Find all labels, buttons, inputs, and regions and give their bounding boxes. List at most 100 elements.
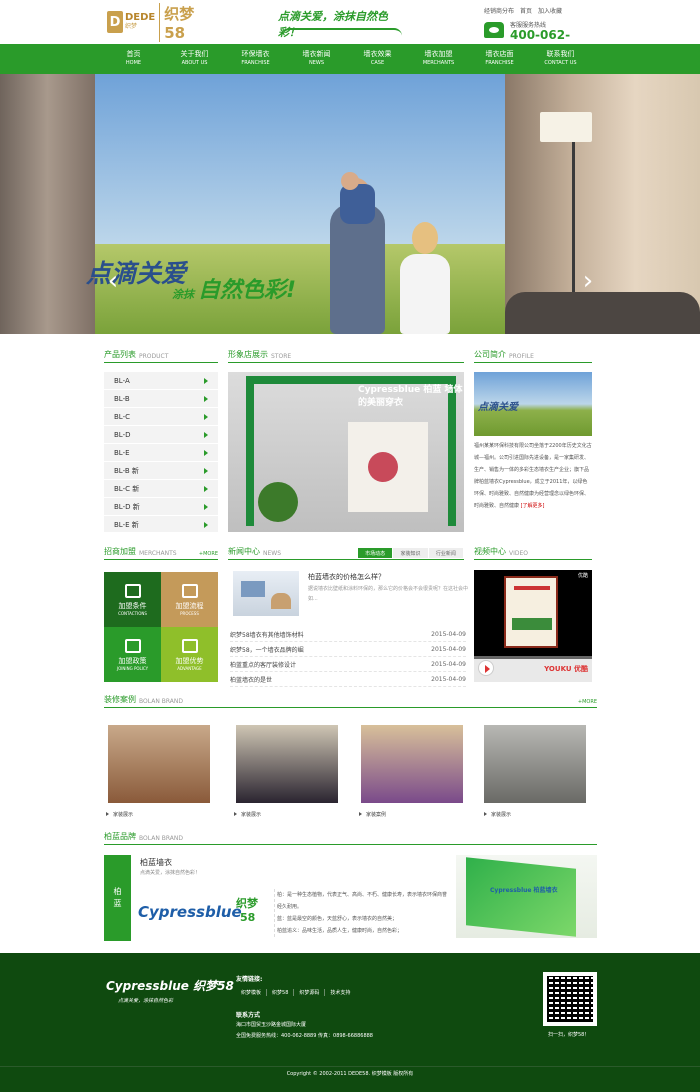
news-row[interactable]: 织梦58，一个墙衣品牌的崛 2015-04-09 (230, 642, 466, 657)
nav-item-about[interactable]: 关于我们 ABOUT US (164, 44, 225, 74)
case-label: 家装案例 (366, 811, 387, 818)
footer-address: 海口市国贸玉沙路金城国际大厦 (236, 1022, 307, 1028)
news-row[interactable]: 柏蓝墙衣的是世 2015-04-09 (230, 672, 466, 687)
case-caption[interactable]: 家装展示 (106, 809, 208, 819)
brand-description: 柏：是一种生态植物，代表正气、高尚、不朽、健康长寿，表示墙衣环保商誉经久耐用。 … (274, 889, 450, 937)
merchant-policy-box[interactable]: 加盟政策 JOINING POLICY (104, 627, 161, 682)
footer-link[interactable]: 织梦模板 (236, 989, 268, 996)
brand-side-tab: 柏 蓝 (104, 855, 131, 941)
profile-body: 福州某某环保科技有限公司坐落于2200年历史文化古城—福州。公司引进国际先进设备… (474, 443, 592, 509)
nav-item-stores[interactable]: 墙衣店面 FRANCHISE (469, 44, 530, 74)
site-logo[interactable]: D DEDE 织梦 织梦58 (107, 2, 215, 42)
logo-zh: 织梦58 (159, 2, 215, 42)
footer-link[interactable]: 织梦源码 (294, 989, 326, 996)
arrow-right-icon (204, 431, 208, 438)
building-icon (181, 638, 198, 653)
nav-item-home[interactable]: 首页 HOME (103, 44, 164, 74)
news-row[interactable]: 织梦58墙衣有其他墙饰材料 2015-04-09 (230, 627, 466, 642)
nav-item-news[interactable]: 墙衣新闻 NEWS (286, 44, 347, 74)
top-link-home[interactable]: 首页 (520, 6, 532, 16)
hotline: 客服服务热线 400-062-8889 (484, 20, 594, 56)
nav-sublabel: NEWS (308, 60, 325, 66)
profile-read-more-link[interactable]: [了解更多] (521, 503, 545, 509)
banner-headline: 点滴关爱 (86, 259, 187, 288)
section-title: 视频中心 (474, 547, 506, 556)
hero-banner: 点滴关爱 涂抹 自然色彩! ‹ › (0, 74, 700, 334)
nav-item-case[interactable]: 墙衣效果 CASE (347, 44, 408, 74)
news-date: 2015-04-09 (431, 630, 466, 638)
case-image[interactable] (108, 725, 210, 803)
merchant-advantage-box[interactable]: 加盟优势 ADVANTAGE (161, 627, 218, 682)
case-image[interactable] (484, 725, 586, 803)
product-item[interactable]: BL-E 新 (104, 516, 218, 534)
banner-next-arrow-icon[interactable]: › (580, 264, 596, 298)
qr-caption: 扫一扫，织梦58！ (548, 1032, 590, 1038)
triangle-icon (359, 812, 362, 816)
case-caption[interactable]: 家装案例 (359, 809, 461, 819)
footer-contact-title: 联系方式 (236, 1012, 261, 1019)
product-item[interactable]: BL-D (104, 426, 218, 444)
nav-label: 墙衣效果 (363, 50, 392, 58)
news-featured-title[interactable]: 柏蓝墙衣的价格怎么样？ (308, 572, 466, 584)
merchant-label: 加盟政策 (118, 656, 147, 665)
news-title: 柏蓝墙衣的是世 (230, 676, 273, 684)
triangle-icon (484, 812, 487, 816)
logo-sub: 织梦 (124, 23, 137, 30)
case-image[interactable] (361, 725, 463, 803)
cases-header: 装修案例 BOLAN BRAND +MORE (104, 693, 597, 708)
product-label: BL-A (114, 376, 130, 385)
footer-link[interactable]: 技术支持 (325, 989, 355, 996)
news-title: 织梦58墙衣有其他墙饰材料 (230, 631, 304, 639)
case-image[interactable] (236, 725, 338, 803)
play-icon[interactable] (478, 660, 494, 676)
nav-item-contact[interactable]: 联系我们 CONTACT US (530, 44, 591, 74)
news-featured-image[interactable] (233, 571, 299, 616)
product-item[interactable]: BL-C (104, 408, 218, 426)
section-subtitle: VIDEO (509, 550, 529, 557)
nav-item-products[interactable]: 环保墙衣 FRANCHISE (225, 44, 286, 74)
section-title: 装修案例 (104, 695, 136, 704)
case-label: 家装展示 (113, 811, 134, 818)
tab-industry[interactable]: 行业新闻 (428, 548, 463, 558)
cases-more-link[interactable]: +MORE (578, 699, 597, 705)
merchant-process-box[interactable]: 加盟流程 PROCESS (161, 572, 218, 627)
store-image[interactable]: Cypressblue 柏蓝 墙体的美丽穿衣 (228, 372, 464, 532)
case-label: 家装展示 (241, 811, 262, 818)
top-link-dealers[interactable]: 经销商分布 (484, 6, 514, 16)
nav-item-merchants[interactable]: 墙衣加盟 MERCHANTS (408, 44, 469, 74)
product-item[interactable]: BL-C 新 (104, 480, 218, 498)
qr-code-icon (543, 972, 597, 1026)
youku-logo: YOUKU 优酷 (544, 665, 588, 673)
nav-sublabel: MERCHANTS (422, 60, 455, 66)
video-player[interactable]: 优酷 YOUKU 优酷 (474, 570, 592, 682)
banner-kid (340, 184, 375, 224)
nav-sublabel: CASE (370, 60, 385, 66)
section-title: 招商加盟 (104, 547, 136, 556)
store-sign: Cypressblue 柏蓝 墙体的美丽穿衣 (358, 385, 463, 408)
tab-market[interactable]: 市场动态 (358, 548, 393, 558)
merchants-more-link[interactable]: +MORE (199, 551, 218, 557)
product-item[interactable]: BL-B (104, 390, 218, 408)
product-item[interactable]: BL-E (104, 444, 218, 462)
news-date: 2015-04-09 (431, 660, 466, 668)
product-item[interactable]: BL-A (104, 372, 218, 390)
case-caption[interactable]: 家装展示 (234, 809, 336, 819)
footer-link[interactable]: 织梦58 (267, 989, 295, 996)
banner-lamp (540, 112, 592, 142)
top-link-favorite[interactable]: 加入收藏 (538, 6, 562, 16)
header: D DEDE 织梦 织梦58 点滴关爱，涂抹自然色彩！ 经销商分布 首页 加入收… (0, 0, 700, 56)
merchant-conditions-box[interactable]: 加盟条件 CONTACTIONS (104, 572, 161, 627)
case-caption[interactable]: 家装展示 (484, 809, 586, 819)
certificate-band (512, 618, 552, 630)
document-icon (124, 638, 141, 653)
arrow-right-icon (204, 521, 208, 528)
video-progress-bar[interactable] (474, 656, 592, 659)
banner-prev-arrow-icon[interactable]: ‹ (105, 264, 121, 298)
section-subtitle: PRODUCT (139, 353, 169, 360)
tab-knowledge[interactable]: 家装知识 (393, 548, 428, 558)
logo-dede: DEDE (124, 12, 156, 23)
product-item[interactable]: BL-D 新 (104, 498, 218, 516)
news-row[interactable]: 柏蓝重点的客厅装修设计 2015-04-09 (230, 657, 466, 672)
product-item[interactable]: BL-B 新 (104, 462, 218, 480)
footer-slogan: 点滴关爱，涂抹自然色彩 (118, 998, 174, 1004)
